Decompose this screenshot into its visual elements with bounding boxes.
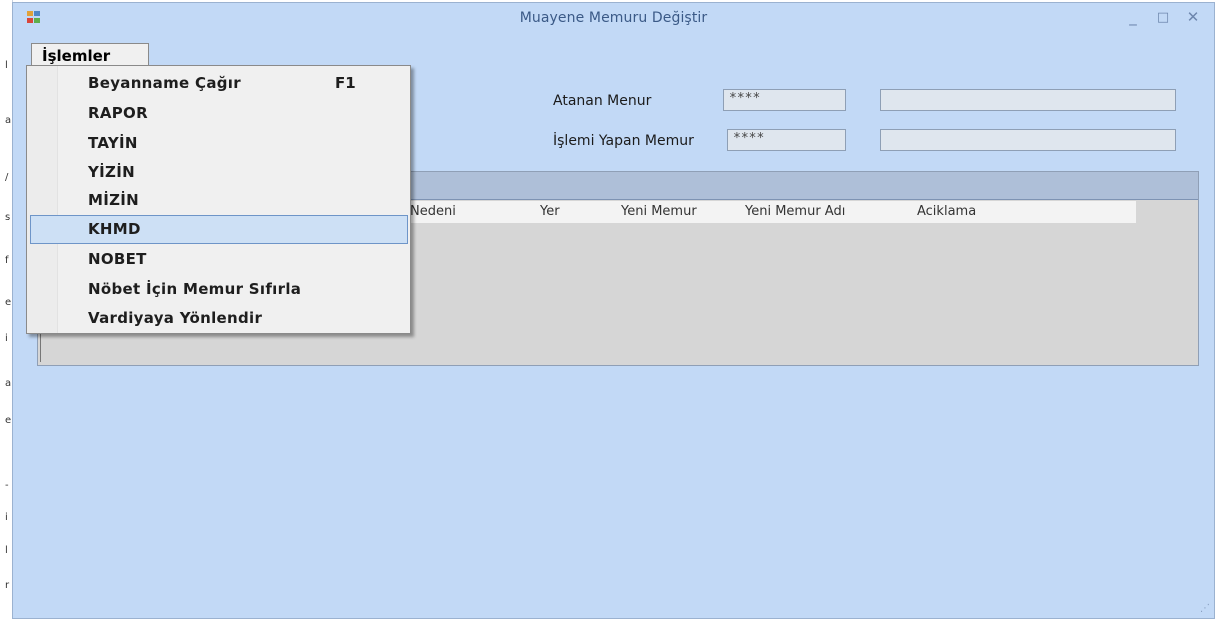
menu-item-label: KHMD	[88, 220, 141, 238]
menu-item-label: Beyanname Çağır	[88, 74, 241, 92]
islemi-yapan-memur-label: İşlemi Yapan Memur	[553, 133, 694, 149]
menu-item-khmd[interactable]: KHMD	[30, 215, 408, 244]
atanan-memur-name-field[interactable]	[880, 89, 1176, 111]
islemi-yapan-memur-name-field[interactable]	[880, 129, 1176, 151]
minimize-button[interactable]: _	[1123, 8, 1143, 26]
menu-item-label: RAPOR	[88, 104, 148, 122]
menu-item-mizin[interactable]: MİZİN	[30, 186, 408, 215]
menu-item-nobet[interactable]: NOBET	[30, 245, 408, 274]
close-button[interactable]: ✕	[1183, 8, 1203, 26]
menu-item-beyanname-cagir[interactable]: Beyanname Çağır F1	[30, 69, 408, 98]
menu-item-tayin[interactable]: TAYİN	[30, 129, 408, 158]
menu-item-label: TAYİN	[88, 134, 138, 152]
islemler-dropdown-menu: Beyanname Çağır F1 RAPOR TAYİN YİZİN MİZ…	[26, 65, 411, 334]
menu-item-label: Nöbet İçin Memur Sıfırla	[88, 280, 302, 298]
menu-item-label: MİZİN	[88, 191, 140, 209]
menu-item-rapor[interactable]: RAPOR	[30, 99, 408, 128]
column-header-nedeni[interactable]: Nedeni	[410, 204, 456, 219]
menu-item-label: Vardiyaya Yönlendir	[88, 309, 263, 327]
column-header-aciklama[interactable]: Aciklama	[917, 204, 976, 219]
atanan-memur-label: Atanan Menur	[553, 93, 652, 109]
islemi-yapan-memur-code-field[interactable]: ****	[727, 129, 846, 151]
column-header-yer[interactable]: Yer	[540, 204, 560, 219]
menu-item-nobet-icin-memur-sifirla[interactable]: Nöbet İçin Memur Sıfırla	[30, 275, 408, 304]
menu-item-shortcut: F1	[335, 74, 356, 92]
window-title: Muayene Memuru Değiştir	[519, 10, 708, 26]
menu-item-label: YİZİN	[88, 163, 135, 181]
menu-item-label: NOBET	[88, 250, 147, 268]
column-header-yeni-memur-adi[interactable]: Yeni Memur Adı	[745, 204, 845, 219]
resize-grip[interactable]: ⋰	[1200, 603, 1210, 614]
maximize-button[interactable]: □	[1153, 10, 1173, 25]
column-header-yeni-memur[interactable]: Yeni Memur	[621, 204, 697, 219]
title-bar: Muayene Memuru Değiştir _ □ ✕	[13, 3, 1214, 35]
menu-item-yizin[interactable]: YİZİN	[30, 158, 408, 187]
menu-item-vardiyaya-yonlendir[interactable]: Vardiyaya Yönlendir	[30, 304, 408, 333]
atanan-memur-code-field[interactable]: ****	[723, 89, 846, 111]
